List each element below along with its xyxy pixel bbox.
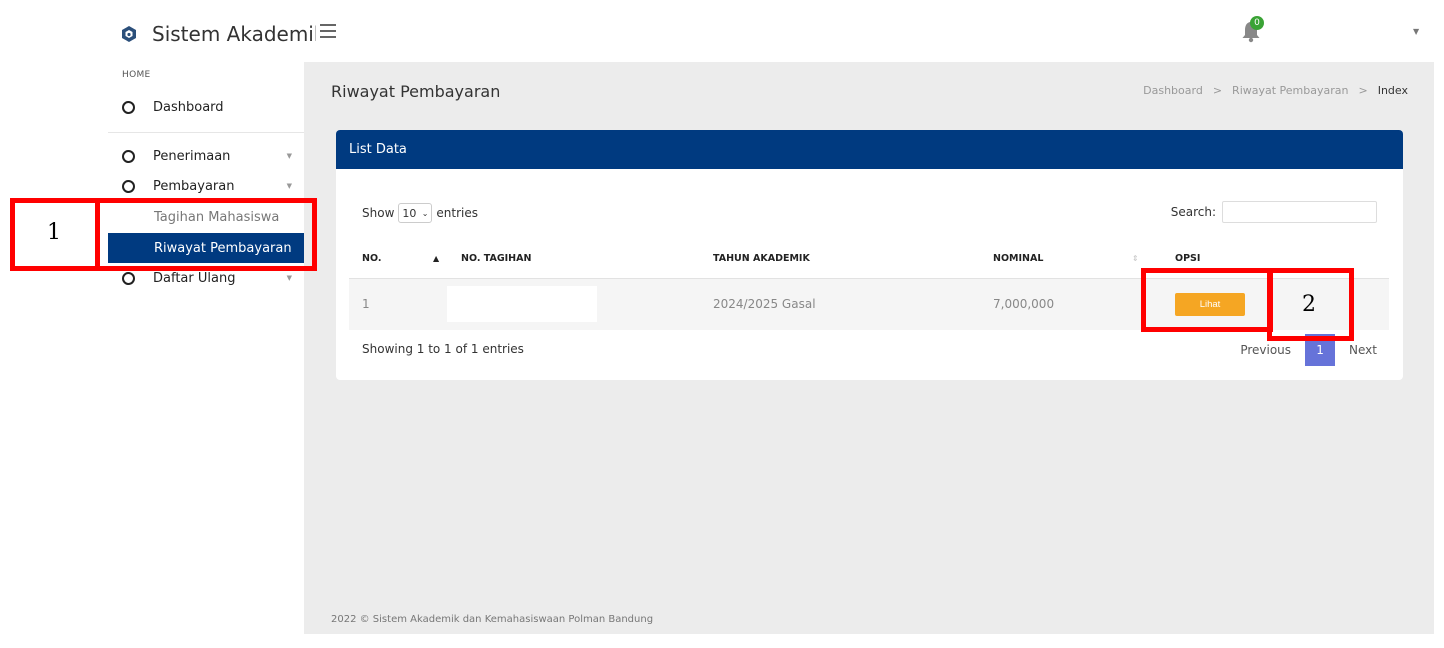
top-navbar: Sistem Akademik 0 ▼ <box>0 0 1444 62</box>
sidebar-item-penerimaan[interactable]: Penerimaan ▼ <box>108 142 304 170</box>
circle-icon <box>122 271 135 285</box>
breadcrumb: Dashboard > Riwayat Pembayaran > Index <box>1143 84 1408 97</box>
column-header-label: TAHUN AKADEMIK <box>713 253 810 265</box>
table-info: Showing 1 to 1 of 1 entries <box>362 342 524 356</box>
sidebar-section-home: HOME <box>122 70 151 80</box>
breadcrumb-dashboard[interactable]: Dashboard <box>1143 84 1203 97</box>
search-label: Search: <box>1170 205 1216 219</box>
column-header-no[interactable]: NO. ▲ <box>349 240 439 279</box>
annotation-box-lihat <box>1141 268 1273 332</box>
entries-length-value: 10 <box>402 206 417 220</box>
menu-toggle-icon[interactable] <box>320 24 336 38</box>
column-header-label: NO. <box>362 253 382 265</box>
annotation-number-1: 1 <box>47 220 61 245</box>
list-data-card: List Data Show 10 ⌄ entries Search: NO. … <box>336 130 1403 380</box>
chevron-down-icon: ▼ <box>286 182 292 190</box>
breadcrumb-riwayat[interactable]: Riwayat Pembayaran <box>1232 84 1348 97</box>
annotation-number-2: 2 <box>1302 292 1316 317</box>
column-header-no-tagihan[interactable]: NO. TAGIHAN ⇕ <box>421 240 750 279</box>
chevron-down-icon: ▼ <box>286 274 292 282</box>
card-title: List Data <box>349 142 407 157</box>
column-header-label: NO. TAGIHAN <box>461 253 532 265</box>
column-header-tahun-akademik[interactable]: TAHUN AKADEMIK <box>699 240 979 279</box>
main-content: Riwayat Pembayaran Dashboard > Riwayat P… <box>304 62 1434 634</box>
pagination-next[interactable]: Next <box>1349 343 1377 357</box>
sidebar: HOME Dashboard Penerimaan ▼ Pembayaran ▼… <box>108 62 304 634</box>
chevron-down-icon: ▼ <box>286 152 292 160</box>
brand-logo-icon <box>122 26 136 42</box>
sidebar-divider <box>108 132 304 133</box>
circle-icon <box>122 100 135 114</box>
sidebar-item-label: Pembayaran <box>153 178 235 194</box>
show-label: Show <box>362 206 395 220</box>
no-tagihan-value <box>447 286 597 323</box>
column-header-label: NOMINAL <box>993 253 1044 265</box>
brand[interactable]: Sistem Akademik <box>120 20 316 48</box>
chevron-right-icon: > <box>1358 84 1368 97</box>
breadcrumb-current: Index <box>1377 84 1408 97</box>
search-input[interactable] <box>1222 201 1377 223</box>
brand-name: Sistem Akademik <box>152 22 316 46</box>
cell-no-tagihan <box>421 278 699 330</box>
pagination-previous[interactable]: Previous <box>1240 343 1291 357</box>
entries-length-control: Show 10 ⌄ entries <box>362 203 478 223</box>
search-control: Search: <box>1171 201 1377 223</box>
column-header-label: OPSI <box>1175 253 1201 265</box>
sort-icon: ⇕ <box>1132 254 1139 263</box>
sidebar-item-dashboard[interactable]: Dashboard <box>108 93 304 121</box>
cell-nominal: 7,000,000 <box>979 278 1161 330</box>
circle-icon <box>122 149 135 163</box>
cell-no: 1 <box>349 278 421 330</box>
sidebar-item-pembayaran[interactable]: Pembayaran ▼ <box>108 172 304 200</box>
user-menu-caret-icon[interactable]: ▼ <box>1413 27 1419 36</box>
page-title: Riwayat Pembayaran <box>331 82 501 101</box>
sidebar-item-label: Daftar Ulang <box>153 270 236 286</box>
sidebar-item-label: Penerimaan <box>153 148 231 164</box>
notification-count-badge: 0 <box>1250 16 1264 30</box>
footer: 2022 © Sistem Akademik dan Kemahasiswaan… <box>331 614 654 625</box>
annotation-box-riwayat <box>95 198 317 271</box>
sidebar-item-label: Dashboard <box>153 99 224 115</box>
chevron-down-icon: ⌄ <box>421 208 429 218</box>
circle-icon <box>122 179 135 193</box>
column-header-nominal[interactable]: NOMINAL ⇕ <box>979 240 1161 279</box>
entries-label: entries <box>436 206 478 220</box>
chevron-right-icon: > <box>1212 84 1223 97</box>
card-header: List Data <box>336 130 1403 169</box>
cell-tahun-akademik: 2024/2025 Gasal <box>699 278 979 330</box>
entries-length-select[interactable]: 10 ⌄ <box>398 203 433 223</box>
notification-bell[interactable]: 0 <box>1240 16 1264 44</box>
